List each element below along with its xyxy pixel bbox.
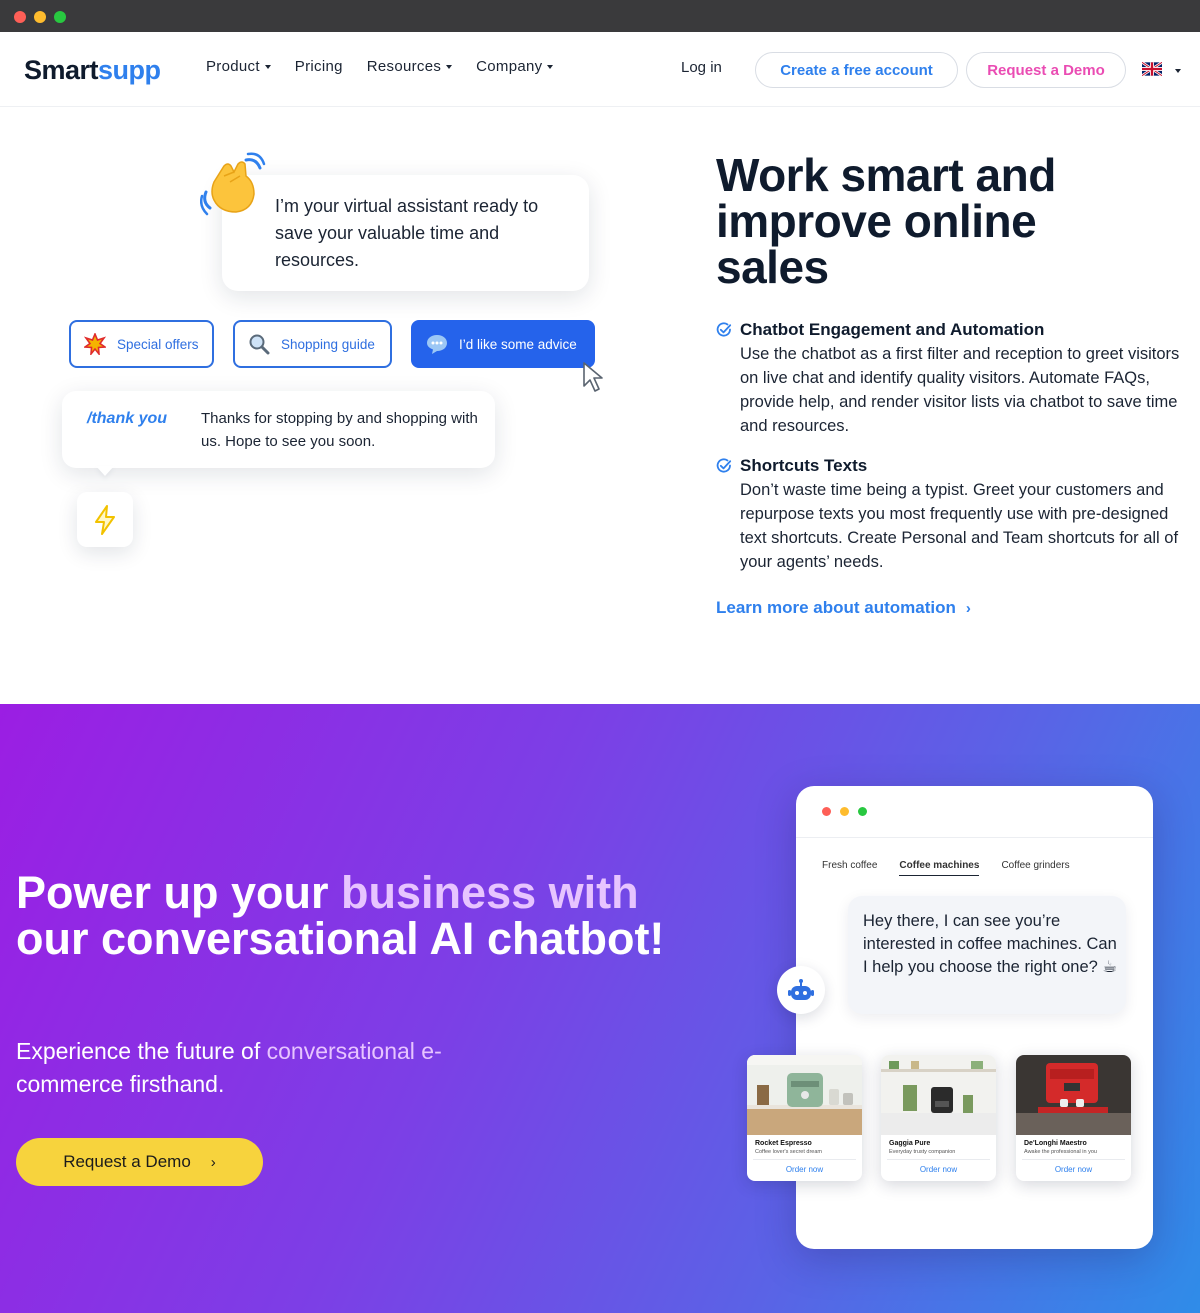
product-name: Gaggia Pure bbox=[889, 1140, 931, 1147]
automation-title: Work smart and improve online sales bbox=[716, 149, 1056, 293]
order-now-link[interactable]: Order now bbox=[747, 1165, 862, 1174]
cta-label: Request a Demo bbox=[63, 1152, 191, 1171]
product-name: De'Longhi Maestro bbox=[1024, 1140, 1087, 1147]
divider bbox=[1022, 1159, 1125, 1160]
learn-more-label: Learn more about automation bbox=[716, 598, 956, 617]
chip-special-offers[interactable]: Special offers bbox=[69, 320, 214, 368]
smartsupp-logo[interactable]: Smart supp bbox=[24, 50, 161, 86]
hero-title: Power up your business with our conversa… bbox=[16, 870, 706, 962]
shortcut-bubble: /thank you Thanks for stopping by and sh… bbox=[62, 391, 495, 468]
magnifier-icon bbox=[247, 332, 271, 356]
nav-pricing[interactable]: Pricing bbox=[295, 58, 343, 75]
nav-pricing-label: Pricing bbox=[294, 58, 343, 75]
waving-hand-icon bbox=[200, 152, 266, 216]
red-espresso-machine-image bbox=[1016, 1055, 1131, 1135]
chip-shopping-guide-label: Shopping guide bbox=[281, 336, 375, 352]
logo-text-secondary: supp bbox=[98, 55, 161, 85]
tab-fresh-coffee[interactable]: Fresh coffee bbox=[822, 860, 877, 876]
chevron-down-icon bbox=[547, 64, 554, 69]
shortcut-bolt-button bbox=[77, 492, 133, 547]
mockup-category-tabs: Fresh coffee Coffee machines Coffee grin… bbox=[822, 860, 1092, 876]
request-demo-header-button[interactable]: Request a Demo bbox=[966, 52, 1126, 88]
nav-company-label: Company bbox=[476, 58, 543, 75]
check-circle-icon bbox=[716, 458, 732, 473]
hero-subtitle-highlight: conversational e- bbox=[266, 1038, 442, 1064]
learn-more-automation-link[interactable]: Learn more about automation › bbox=[716, 598, 971, 618]
check-circle-icon bbox=[716, 322, 732, 337]
chevron-right-icon: › bbox=[965, 599, 971, 617]
chip-advice[interactable]: I’d like some advice bbox=[411, 320, 595, 368]
espresso-machine-image bbox=[747, 1055, 862, 1135]
tab-coffee-machines[interactable]: Coffee machines bbox=[899, 860, 980, 876]
window-minimize-button[interactable] bbox=[34, 11, 46, 23]
product-name: Rocket Espresso bbox=[755, 1140, 812, 1147]
feature-chatbot-text: Use the chatbot as a first filter and re… bbox=[740, 345, 1180, 435]
feature-shortcuts: Shortcuts Texts Don’t waste time being a… bbox=[716, 454, 1186, 574]
mouse-pointer-icon bbox=[583, 362, 603, 392]
lightning-bolt-icon bbox=[95, 504, 115, 535]
window-maximize-button[interactable] bbox=[54, 11, 66, 23]
product-desc: Awake the professional in you bbox=[1024, 1149, 1097, 1155]
bot-message-bubble: Hey there, I can see you’re interested i… bbox=[848, 896, 1126, 1014]
login-link[interactable]: Log in bbox=[681, 59, 722, 76]
product-card[interactable]: Gaggia Pure Everyday trusty companion Or… bbox=[881, 1055, 996, 1181]
hero-title-highlight: business with bbox=[341, 867, 639, 918]
divider bbox=[887, 1159, 990, 1160]
mockup-minimize-dot bbox=[840, 807, 849, 816]
chevron-right-icon: › bbox=[210, 1153, 216, 1171]
hero-title-part1: Power up your bbox=[16, 867, 342, 918]
chatbot-hero-section: Power up your business with our conversa… bbox=[0, 704, 1200, 1313]
coffee-machine-image bbox=[881, 1055, 996, 1135]
window-close-button[interactable] bbox=[14, 11, 26, 23]
product-card[interactable]: De'Longhi Maestro Awake the professional… bbox=[1016, 1055, 1131, 1181]
main-nav: Product Pricing Resources Company bbox=[206, 58, 577, 75]
divider bbox=[753, 1159, 856, 1160]
chip-advice-label: I’d like some advice bbox=[459, 336, 577, 352]
feature-shortcuts-title: Shortcuts Texts bbox=[740, 456, 868, 475]
product-card[interactable]: Rocket Espresso Coffee lover's secret dr… bbox=[747, 1055, 862, 1181]
nav-product[interactable]: Product bbox=[206, 58, 271, 75]
nav-resources[interactable]: Resources bbox=[366, 58, 453, 75]
assistant-message: I’m your virtual assistant ready to save… bbox=[275, 196, 539, 270]
hero-title-part2: our conversational AI chatbot! bbox=[16, 913, 665, 964]
order-now-link[interactable]: Order now bbox=[1016, 1165, 1131, 1174]
order-now-link[interactable]: Order now bbox=[881, 1165, 996, 1174]
mockup-maximize-dot bbox=[858, 807, 867, 816]
chevron-down-icon bbox=[264, 64, 271, 69]
robot-icon bbox=[788, 979, 814, 1000]
language-chevron-down-icon[interactable] bbox=[1175, 69, 1181, 73]
bot-message: Hey there, I can see you’re interested i… bbox=[863, 912, 1118, 976]
star-burst-icon bbox=[83, 332, 107, 356]
feature-chatbot: Chatbot Engagement and Automation Use th… bbox=[716, 318, 1186, 438]
nav-product-label: Product bbox=[206, 58, 260, 75]
mockup-titlebar bbox=[796, 786, 1153, 838]
chip-special-offers-label: Special offers bbox=[117, 336, 199, 352]
product-desc: Everyday trusty companion bbox=[889, 1149, 956, 1155]
uk-flag-icon[interactable] bbox=[1142, 62, 1162, 76]
window-titlebar bbox=[0, 0, 1200, 32]
mockup-close-dot bbox=[822, 807, 831, 816]
hero-subtitle-part2: commerce firsthand. bbox=[16, 1071, 225, 1097]
chip-shopping-guide[interactable]: Shopping guide bbox=[233, 320, 392, 368]
logo-text-primary: Smart bbox=[24, 55, 99, 85]
create-account-button[interactable]: Create a free account bbox=[755, 52, 958, 88]
chevron-down-icon bbox=[446, 64, 453, 69]
hero-subtitle: Experience the future of conversational … bbox=[16, 1035, 536, 1101]
feature-chatbot-title: Chatbot Engagement and Automation bbox=[740, 320, 1045, 339]
feature-shortcuts-text: Don’t waste time being a typist. Greet y… bbox=[740, 481, 1179, 571]
speech-bubble-icon bbox=[425, 332, 449, 356]
site-header: Smart supp Product Pricing Resources Comp… bbox=[0, 32, 1200, 107]
tab-coffee-grinders[interactable]: Coffee grinders bbox=[1001, 860, 1069, 876]
shortcut-text: Thanks for stopping by and shopping with… bbox=[201, 410, 478, 450]
shortcut-command: /thank you bbox=[87, 410, 168, 427]
assistant-bubble: I’m your virtual assistant ready to save… bbox=[222, 175, 589, 291]
request-demo-hero-button[interactable]: Request a Demo › bbox=[16, 1138, 263, 1186]
hero-subtitle-part1: Experience the future of bbox=[16, 1038, 267, 1064]
bot-avatar bbox=[777, 966, 825, 1014]
bubble-tail bbox=[96, 466, 114, 476]
nav-resources-label: Resources bbox=[366, 58, 442, 75]
product-desc: Coffee lover's secret dream bbox=[755, 1149, 822, 1155]
nav-company[interactable]: Company bbox=[476, 58, 554, 75]
